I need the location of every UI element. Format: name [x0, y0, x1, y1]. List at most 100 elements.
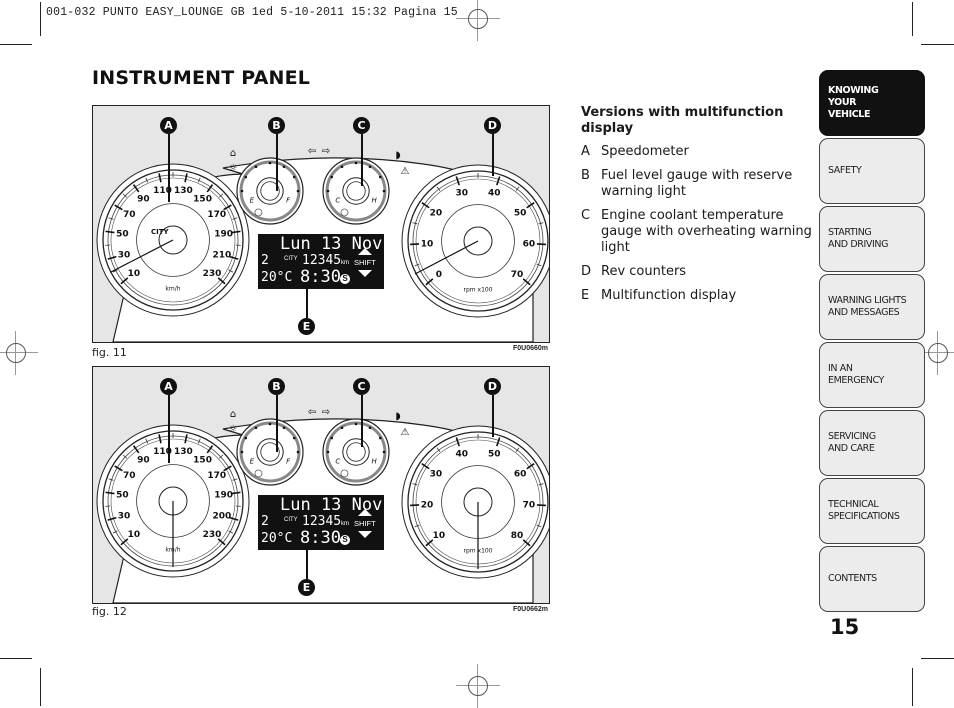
dial-tick-label: 40: [455, 450, 468, 460]
tab-label: IN AN: [828, 363, 884, 375]
tab-label: CONTENTS: [828, 573, 877, 585]
tab-knowing-your-vehicle[interactable]: KNOWINGYOURVEHICLE: [819, 70, 925, 136]
tab-label: VEHICLE: [828, 109, 878, 121]
dial-tick-label: 10: [421, 240, 434, 250]
tab-label: YOUR: [828, 97, 878, 109]
dial-tick-label: 90: [137, 194, 150, 204]
dial-tick-label: 60: [523, 240, 536, 250]
rev-counter-dial: 010203040506070rpm x100: [402, 165, 549, 317]
display-temperature: 20°C: [261, 531, 292, 546]
tab-label: WARNING LIGHTS: [828, 295, 906, 307]
callout-e: E: [298, 579, 315, 596]
rev-counter-dial: 1020304050607080rpm x100: [402, 426, 549, 578]
tab-label: SAFETY: [828, 165, 861, 177]
crop-mark: [40, 668, 41, 706]
tab-technical-specifications[interactable]: TECHNICALSPECIFICATIONS: [819, 478, 925, 544]
dial-tick-label: 40: [488, 189, 501, 199]
callout-leader: [306, 289, 308, 318]
dial-tick-label: 150: [193, 194, 212, 204]
callout-e: E: [298, 318, 315, 335]
cluster-illustration: 1030507090110130150170190210230km/h01020…: [93, 106, 549, 342]
callout-d: D: [484, 378, 501, 395]
crop-mark: [921, 44, 954, 45]
fog-light-icon: ⌂: [230, 409, 236, 420]
dial-tick-label: 70: [523, 501, 536, 511]
crop-mark: [40, 2, 41, 36]
figure-caption: fig. 11: [92, 346, 127, 359]
fuel-gauge: EF: [237, 158, 303, 224]
tab-label: STARTING: [828, 227, 888, 239]
crop-mark: [912, 2, 913, 36]
display-city: CITY: [284, 256, 298, 262]
multifunction-display: Lun 13 Nov2CITY12345km20°C8:30SHIFTS: [258, 495, 384, 550]
callout-a: A: [160, 117, 177, 134]
tab-safety[interactable]: SAFETY: [819, 138, 925, 204]
display-city: CITY: [284, 517, 298, 523]
dial-unit: rpm x100: [463, 286, 492, 293]
headlight-icon: ◗: [395, 411, 400, 422]
dial-tick-label: 210: [213, 250, 232, 260]
temperature-gauge: CH: [323, 158, 389, 224]
print-slug: 001-032 PUNTO EASY_LOUNGE GB 1ed 5-10-20…: [46, 6, 458, 19]
turn-right-icon: ⇨: [322, 407, 330, 418]
legend-letter: C: [581, 208, 601, 256]
registration-mark: [926, 341, 950, 365]
dial-tick-label: 10: [128, 530, 141, 540]
callout-leader: [492, 395, 494, 437]
tab-warning-lights[interactable]: WARNING LIGHTSAND MESSAGES: [819, 274, 925, 340]
dial-tick-label: 170: [207, 210, 226, 220]
dial-tick-label: 50: [488, 450, 501, 460]
dial-tick-label: 130: [174, 447, 193, 457]
tab-label: SPECIFICATIONS: [828, 511, 899, 523]
display-gear: 2: [261, 514, 269, 529]
dial-tick: [106, 492, 115, 493]
page-title: INSTRUMENT PANEL: [92, 67, 310, 89]
callout-c: C: [353, 117, 370, 134]
multifunction-display: Lun 13 Nov2CITY12345km20°C8:30SHIFTS: [258, 234, 384, 289]
dial-tick-label: 20: [430, 208, 443, 218]
dial-tick-label: 150: [193, 455, 212, 465]
sport-mode-icon: S: [340, 535, 350, 545]
display-shift: SHIFT: [354, 258, 376, 267]
page-number: 15: [830, 615, 859, 639]
turn-left-icon: ⇦: [308, 407, 316, 418]
figure-caption: fig. 12: [92, 605, 127, 618]
shift-up-icon: [358, 248, 372, 255]
dial-tick-label: 60: [514, 469, 527, 479]
callout-leader: [168, 134, 170, 202]
callout-leader: [306, 550, 308, 579]
dial-tick-label: 230: [203, 269, 222, 279]
figure-11-instrument-panel: 1030507090110130150170190210230km/h01020…: [92, 105, 550, 343]
dial-tick-label: 30: [118, 511, 131, 521]
registration-mark: [4, 341, 28, 365]
shift-up-icon: [358, 509, 372, 516]
city-label: CITY: [151, 228, 170, 236]
callout-a: A: [160, 378, 177, 395]
display-odo-unit: km: [341, 260, 349, 266]
tab-label: KNOWING: [828, 85, 878, 97]
display-temperature: 20°C: [261, 270, 292, 285]
tab-label: SERVICING: [828, 431, 876, 443]
turn-left-icon: ⇦: [308, 146, 316, 157]
dial-tick-label: 30: [455, 189, 468, 199]
display-time: 8:30: [300, 528, 341, 548]
tab-starting-and-driving[interactable]: STARTINGAND DRIVING: [819, 206, 925, 272]
light-icon: ☼: [229, 163, 238, 174]
gauge-label: E: [250, 458, 255, 466]
warning-triangle-icon: ⚠: [401, 166, 410, 177]
gauge-label: C: [335, 197, 340, 205]
legend: Versions with multifunction display ASpe…: [581, 105, 816, 312]
display-gear: 2: [261, 253, 269, 268]
legend-letter: D: [581, 264, 601, 280]
legend-text: Rev counters: [601, 264, 686, 280]
callout-b: B: [268, 117, 285, 134]
tab-servicing-and-care[interactable]: SERVICINGAND CARE: [819, 410, 925, 476]
tab-contents[interactable]: CONTENTS: [819, 546, 925, 612]
callout-leader: [361, 134, 363, 186]
callout-leader: [168, 395, 170, 463]
legend-text: Fuel level gauge with reserve warning li…: [601, 168, 816, 200]
dial-tick-label: 0: [436, 270, 442, 280]
dial-tick-label: 20: [421, 501, 434, 511]
tab-in-an-emergency[interactable]: IN ANEMERGENCY: [819, 342, 925, 408]
crop-mark: [0, 44, 32, 45]
